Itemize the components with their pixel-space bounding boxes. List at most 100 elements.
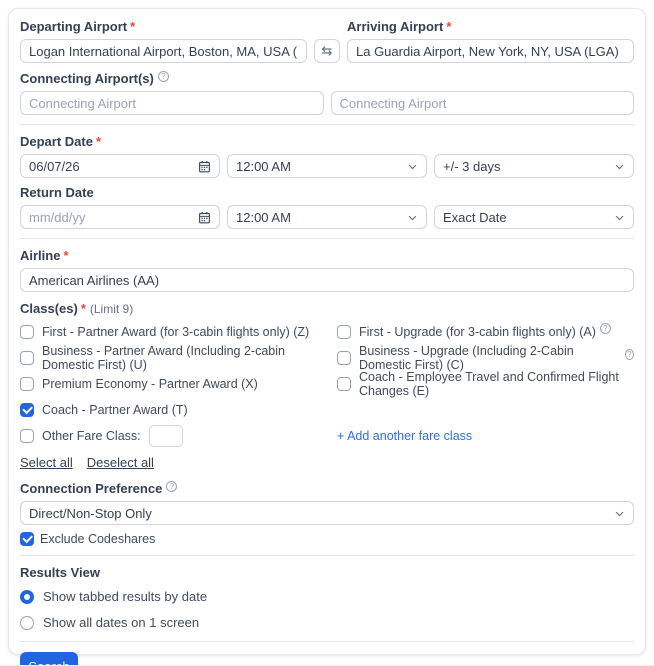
required-asterisk: * xyxy=(63,248,69,263)
return-date-input[interactable] xyxy=(21,206,198,228)
calendar-icon[interactable] xyxy=(198,211,211,224)
class-checkbox-a[interactable] xyxy=(337,325,351,339)
departing-airport-input[interactable] xyxy=(20,39,307,63)
class-label-z: First - Partner Award (for 3-cabin fligh… xyxy=(42,325,310,339)
airline-label: Airline * xyxy=(20,248,634,263)
arriving-airport-label-text: Arriving Airport xyxy=(347,19,444,34)
class-checkbox-u[interactable] xyxy=(20,351,34,365)
airports-row: Departing Airport* Arriving Airport* ⇆ xyxy=(20,19,634,63)
class-column-left: First - Partner Award (for 3-cabin fligh… xyxy=(20,319,337,449)
connecting-airport-input-1[interactable] xyxy=(20,91,324,115)
deselect-all-link[interactable]: Deselect all xyxy=(87,455,154,470)
class-column-right: First - Upgrade (for 3-cabin flights onl… xyxy=(337,319,634,449)
other-fare-class-input[interactable] xyxy=(148,425,183,447)
return-date-field xyxy=(20,205,220,229)
connection-preference-select[interactable]: Direct/Non-Stop Only xyxy=(20,501,634,525)
add-another-fare-class-link[interactable]: + Add another fare class xyxy=(337,429,472,443)
select-all-link[interactable]: Select all xyxy=(20,455,73,470)
depart-date-label-text: Depart Date xyxy=(20,134,93,149)
classes-limit-note: (Limit 9) xyxy=(89,302,134,316)
connecting-airport-input-2[interactable] xyxy=(330,91,634,115)
calendar-icon[interactable] xyxy=(198,160,211,173)
classes-label: Class(es) * (Limit 9) xyxy=(20,301,634,317)
return-time-select[interactable]: 12:00 AM xyxy=(227,205,427,229)
swap-airports-button[interactable]: ⇆ xyxy=(314,39,340,63)
class-row-first-upgrade[interactable]: First - Upgrade (for 3-cabin flights onl… xyxy=(337,319,634,345)
results-view-option-tabbed[interactable]: Show tabbed results by date xyxy=(20,589,634,604)
radio-tabbed-results[interactable] xyxy=(20,589,34,604)
flight-search-form: Departing Airport* Arriving Airport* ⇆ C… xyxy=(8,8,646,666)
results-view-label: Results View xyxy=(20,565,634,580)
swap-icon: ⇆ xyxy=(321,43,333,59)
class-checkbox-x[interactable] xyxy=(20,377,34,391)
connecting-airports-row xyxy=(20,91,634,115)
class-label-a: First - Upgrade (for 3-cabin flights onl… xyxy=(359,325,596,339)
depart-date-window-select[interactable]: +/- 3 days xyxy=(434,154,634,178)
connection-preference-value: Direct/Non-Stop Only xyxy=(29,505,152,521)
add-fare-class-row: + Add another fare class xyxy=(337,423,634,449)
depart-time-select[interactable]: 12:00 AM xyxy=(227,154,427,178)
results-view-option-all-dates[interactable]: Show all dates on 1 screen xyxy=(20,615,634,630)
classes-label-text: Class(es) xyxy=(20,301,78,316)
chevron-down-icon xyxy=(408,215,417,220)
radio-tabbed-results-label: Show tabbed results by date xyxy=(43,589,208,604)
class-label-u: Business - Partner Award (Including 2-ca… xyxy=(42,344,285,372)
depart-date-field xyxy=(20,154,220,178)
divider xyxy=(20,555,634,556)
divider xyxy=(20,238,634,239)
class-label-e: Coach - Employee Travel and Confirmed Fl… xyxy=(359,370,619,398)
connecting-airports-label: Connecting Airport(s)? xyxy=(20,71,634,86)
divider xyxy=(20,641,634,642)
help-icon[interactable]: ? xyxy=(166,481,178,492)
class-checkbox-t[interactable] xyxy=(20,403,34,417)
class-row-premium-economy-partner-award[interactable]: Premium Economy - Partner Award (X) xyxy=(20,371,337,397)
airline-input[interactable] xyxy=(20,268,634,292)
class-row-business-upgrade[interactable]: Business - Upgrade (Including 2-Cabin Do… xyxy=(337,344,634,372)
class-row-other-fare-class[interactable]: Other Fare Class: xyxy=(20,423,337,449)
exclude-codeshares-checkbox[interactable] xyxy=(20,532,34,546)
class-row-coach-employee-travel[interactable]: Coach - Employee Travel and Confirmed Fl… xyxy=(337,370,634,398)
depart-date-input[interactable] xyxy=(21,155,198,177)
departing-airport-label-text: Departing Airport xyxy=(20,19,128,34)
radio-all-dates[interactable] xyxy=(20,615,34,630)
help-icon[interactable]: ? xyxy=(624,348,634,360)
class-row-first-partner-award[interactable]: First - Partner Award (for 3-cabin fligh… xyxy=(20,319,337,345)
depart-date-window-value: +/- 3 days xyxy=(443,158,501,174)
class-row-business-partner-award[interactable]: Business - Partner Award (Including 2-ca… xyxy=(20,344,337,372)
help-icon[interactable]: ? xyxy=(157,71,169,82)
divider xyxy=(20,124,634,125)
arriving-airport-input[interactable] xyxy=(347,39,634,63)
depart-date-row: 12:00 AM +/- 3 days xyxy=(20,154,634,178)
connecting-airports-label-text: Connecting Airport(s) xyxy=(20,71,154,86)
required-asterisk: * xyxy=(130,19,136,34)
chevron-down-icon xyxy=(615,164,624,169)
class-checkbox-grid: First - Partner Award (for 3-cabin fligh… xyxy=(20,319,634,449)
search-button[interactable]: Search xyxy=(20,652,78,666)
other-fare-class-checkbox[interactable] xyxy=(20,429,34,443)
class-label-c: Business - Upgrade (Including 2-Cabin Do… xyxy=(359,344,574,372)
class-checkbox-c[interactable] xyxy=(337,351,351,365)
return-date-label: Return Date xyxy=(20,185,634,200)
chevron-down-icon xyxy=(408,164,417,169)
exclude-codeshares-row[interactable]: Exclude Codeshares xyxy=(20,532,634,546)
class-checkbox-e[interactable] xyxy=(337,377,351,391)
class-checkbox-z[interactable] xyxy=(20,325,34,339)
empty-row xyxy=(337,397,634,423)
required-asterisk: * xyxy=(80,301,86,316)
return-date-window-select[interactable]: Exact Date xyxy=(434,205,634,229)
depart-date-label: Depart Date * xyxy=(20,134,634,149)
class-label-t: Coach - Partner Award (T) xyxy=(42,403,188,417)
chevron-down-icon xyxy=(615,215,624,220)
select-links-row: Select all Deselect all xyxy=(20,454,634,472)
exclude-codeshares-label: Exclude Codeshares xyxy=(40,532,156,546)
arriving-airport-label: Arriving Airport * xyxy=(347,19,634,34)
help-icon[interactable]: ? xyxy=(599,322,611,334)
depart-time-value: 12:00 AM xyxy=(236,158,291,174)
return-date-row: 12:00 AM Exact Date xyxy=(20,205,634,229)
required-asterisk: * xyxy=(446,19,452,34)
radio-all-dates-label: Show all dates on 1 screen xyxy=(43,615,200,630)
class-row-coach-partner-award[interactable]: Coach - Partner Award (T) xyxy=(20,397,337,423)
departing-airport-label: Departing Airport * xyxy=(20,19,307,34)
airline-label-text: Airline xyxy=(20,248,61,263)
connection-preference-label: Connection Preference? xyxy=(20,481,634,496)
